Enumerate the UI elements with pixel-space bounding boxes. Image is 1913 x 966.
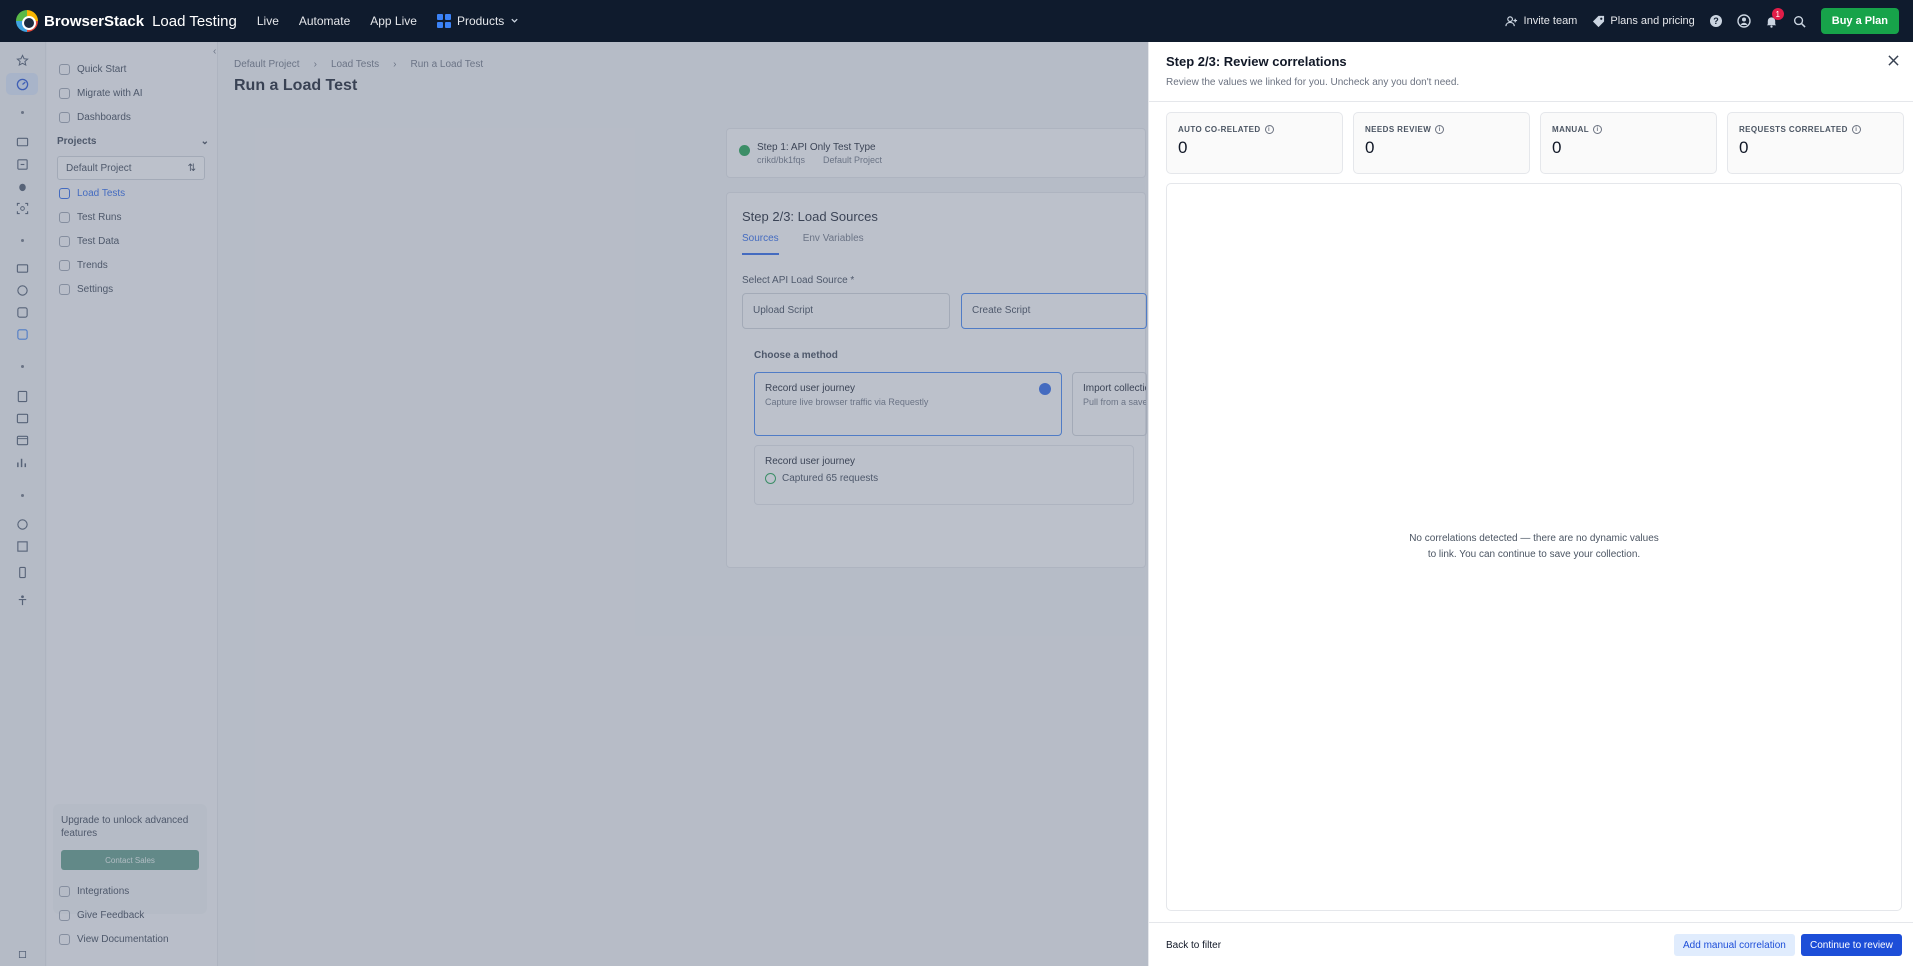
logo[interactable]: BrowserStack Load Testing	[16, 10, 237, 32]
add-manual-correlation-button[interactable]: Add manual correlation	[1674, 934, 1795, 956]
plans-pricing-link[interactable]: Plans and pricing	[1591, 14, 1695, 28]
divider	[1149, 922, 1913, 923]
notification-badge: 1	[1771, 8, 1784, 20]
stat-label: AUTO CO-RELATED	[1178, 125, 1261, 134]
stat-needs-review: NEEDS REVIEW i 0	[1353, 112, 1530, 174]
stat-value: 0	[1739, 138, 1749, 157]
back-to-filter-link[interactable]: Back to filter	[1166, 940, 1221, 951]
continue-to-review-button[interactable]: Continue to review	[1801, 934, 1902, 956]
drawer-subtitle: Review the values we linked for you. Unc…	[1166, 77, 1460, 88]
invite-team-label: Invite team	[1523, 15, 1578, 27]
info-icon[interactable]: i	[1593, 125, 1603, 134]
plans-pricing-label: Plans and pricing	[1610, 15, 1695, 27]
nav-live[interactable]: Live	[257, 14, 279, 28]
close-icon[interactable]	[1885, 52, 1901, 68]
stat-label: MANUAL	[1552, 125, 1590, 134]
nav-app-live[interactable]: App Live	[370, 14, 417, 28]
browserstack-logo-icon	[16, 10, 38, 32]
account-icon[interactable]	[1737, 14, 1751, 28]
empty-state-message: No correlations detected — there are no …	[1409, 533, 1659, 560]
products-grid-icon	[436, 14, 451, 28]
brand-name: BrowserStack	[44, 12, 145, 30]
svg-text:?: ?	[1713, 16, 1719, 26]
top-nav-bar: BrowserStack Load Testing Live Automate …	[0, 0, 1913, 42]
divider	[1149, 101, 1913, 102]
review-correlations-drawer: Step 2/3: Review correlations Review the…	[1148, 42, 1913, 966]
notifications-button[interactable]: 1	[1765, 8, 1784, 28]
nav-automate[interactable]: Automate	[299, 14, 350, 28]
products-label: Products	[456, 14, 505, 28]
stat-label: NEEDS REVIEW	[1365, 125, 1432, 134]
chevron-down-icon	[510, 14, 519, 28]
stat-value: 0	[1178, 138, 1188, 157]
search-icon[interactable]	[1793, 14, 1807, 28]
add-user-icon	[1505, 14, 1519, 28]
product-name: Load Testing	[152, 12, 237, 30]
top-nav: Live Automate App Live Products	[257, 14, 519, 28]
info-icon[interactable]: i	[1851, 125, 1861, 134]
stat-manual: MANUAL i 0	[1540, 112, 1717, 174]
correlation-stats: AUTO CO-RELATED i 0 NEEDS REVIEW i 0 MANUA…	[1166, 112, 1904, 174]
stat-value: 0	[1365, 138, 1375, 157]
products-menu[interactable]: Products	[436, 14, 519, 28]
invite-team-link[interactable]: Invite team	[1505, 14, 1578, 28]
info-icon[interactable]: i	[1435, 125, 1445, 134]
stat-label: REQUESTS CORRELATED	[1739, 125, 1848, 134]
help-icon[interactable]: ?	[1709, 14, 1723, 28]
top-right-actions: Invite team Plans and pricing ? 1 Buy a …	[1505, 8, 1899, 34]
drawer-title: Step 2/3: Review correlations	[1166, 54, 1347, 69]
buy-plan-button[interactable]: Buy a Plan	[1820, 8, 1899, 34]
tag-icon	[1591, 14, 1605, 28]
stat-value: 0	[1552, 138, 1562, 157]
stat-requests-correlated: REQUESTS CORRELATED i 0	[1727, 112, 1904, 174]
info-icon[interactable]: i	[1264, 125, 1274, 134]
stat-auto-correlated: AUTO CO-RELATED i 0	[1166, 112, 1343, 174]
modal-backdrop[interactable]	[0, 42, 1148, 966]
correlations-list-empty: No correlations detected — there are no …	[1166, 183, 1902, 911]
